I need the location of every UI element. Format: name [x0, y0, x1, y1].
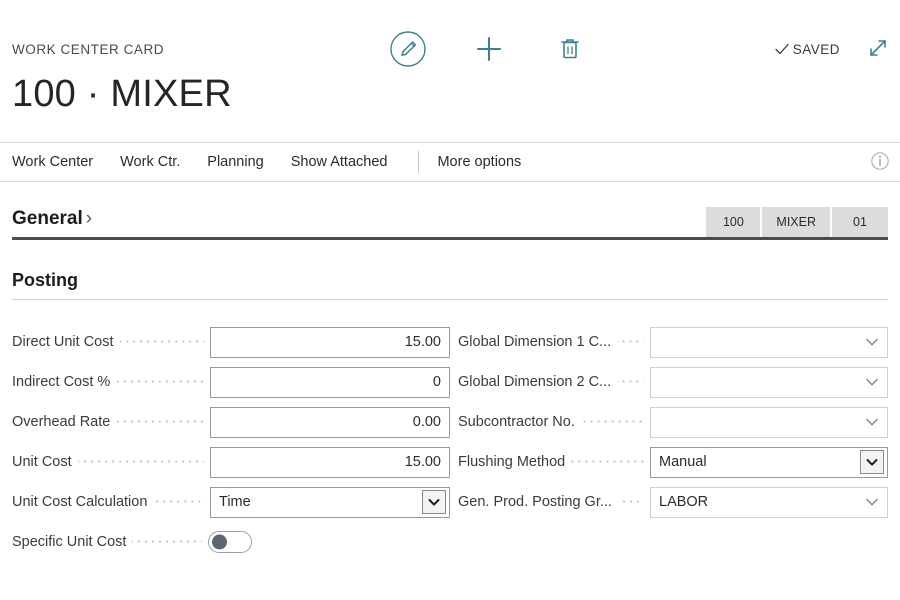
select-gen-prod-posting-group[interactable]: LABOR — [650, 486, 888, 518]
leader-dots — [77, 455, 204, 469]
field-row-indirect-cost-pct: Indirect Cost % 0 — [12, 362, 450, 402]
select-global-dimension-1[interactable] — [650, 326, 888, 358]
tab-planning[interactable]: Planning — [207, 154, 278, 170]
chevron-down-icon — [865, 335, 879, 349]
posting-form: Direct Unit Cost 15.00 Indirect Cost % 0… — [12, 322, 888, 562]
general-label-text: General — [12, 208, 83, 229]
select-unit-cost-calculation[interactable]: Time — [210, 486, 450, 518]
pencil-circle-icon — [389, 30, 427, 73]
delete-button[interactable] — [547, 28, 593, 74]
value-flushing-method: Manual — [659, 454, 707, 470]
page-title: 100 · MIXER — [12, 73, 232, 115]
saved-status-label: SAVED — [792, 41, 840, 57]
check-icon — [773, 40, 791, 58]
field-row-overhead-rate: Overhead Rate 0.00 — [12, 402, 450, 442]
summary-chips: 100 MIXER 01 — [706, 207, 888, 237]
label-direct-unit-cost: Direct Unit Cost — [12, 334, 114, 350]
label-global-dimension-2: Global Dimension 2 C... — [458, 374, 612, 390]
leader-dots — [617, 495, 644, 509]
posting-section-heading: Posting — [12, 270, 888, 300]
field-row-gen-prod-posting-group: Gen. Prod. Posting Gr... LABOR — [450, 482, 888, 522]
navigation-tabbar: Work Center Work Ctr. Planning Show Atta… — [0, 142, 900, 182]
field-row-direct-unit-cost: Direct Unit Cost 15.00 — [12, 322, 450, 362]
new-button[interactable] — [466, 28, 512, 74]
input-indirect-cost-pct[interactable]: 0 — [210, 366, 450, 398]
info-icon — [870, 152, 890, 175]
value-indirect-cost-pct: 0 — [432, 374, 441, 390]
chip-code[interactable]: 01 — [832, 207, 888, 237]
general-expander[interactable]: General › — [12, 208, 92, 230]
value-overhead-rate: 0.00 — [412, 414, 441, 430]
toggle-knob — [212, 534, 228, 550]
leader-dots — [617, 335, 644, 349]
expand-arrows-icon — [866, 36, 890, 65]
leader-dots — [580, 415, 644, 429]
chevron-down-icon[interactable] — [422, 490, 446, 514]
field-row-subcontractor-no: Subcontractor No. — [450, 402, 888, 442]
toggle-specific-unit-cost[interactable] — [208, 531, 253, 553]
chevron-right-icon: › — [85, 208, 93, 229]
label-global-dimension-1: Global Dimension 1 C... — [458, 334, 612, 350]
select-flushing-method[interactable]: Manual — [650, 446, 888, 478]
input-overhead-rate[interactable]: 0.00 — [210, 406, 450, 438]
label-subcontractor-no: Subcontractor No. — [458, 414, 575, 430]
page-eyebrow-label: WORK CENTER CARD — [12, 42, 165, 57]
more-options-button[interactable]: More options — [437, 154, 521, 170]
tab-work-ctr[interactable]: Work Ctr. — [120, 154, 195, 170]
field-row-global-dimension-1: Global Dimension 1 C... — [450, 322, 888, 362]
label-specific-unit-cost: Specific Unit Cost — [12, 534, 127, 550]
field-row-specific-unit-cost: Specific Unit Cost — [12, 522, 450, 562]
saved-status[interactable]: SAVED — [773, 40, 840, 58]
chevron-down-icon — [865, 415, 879, 429]
posting-left-column: Direct Unit Cost 15.00 Indirect Cost % 0… — [12, 322, 450, 562]
label-unit-cost: Unit Cost — [12, 454, 72, 470]
label-gen-prod-posting-group: Gen. Prod. Posting Gr... — [458, 494, 612, 510]
leader-dots — [153, 495, 204, 509]
label-flushing-method: Flushing Method — [458, 454, 566, 470]
trash-icon — [557, 35, 583, 68]
chip-name[interactable]: MIXER — [762, 207, 832, 237]
select-global-dimension-2[interactable] — [650, 366, 888, 398]
leader-dots — [116, 375, 204, 389]
label-overhead-rate: Overhead Rate — [12, 414, 111, 430]
field-row-unit-cost: Unit Cost 15.00 — [12, 442, 450, 482]
select-subcontractor-no[interactable] — [650, 406, 888, 438]
leader-dots — [119, 335, 204, 349]
field-row-flushing-method: Flushing Method Manual — [450, 442, 888, 482]
tab-show-attached[interactable]: Show Attached — [291, 154, 403, 170]
chip-no[interactable]: 100 — [706, 207, 763, 237]
edit-button[interactable] — [385, 28, 431, 74]
header-toolbar — [385, 28, 593, 74]
plus-icon — [474, 34, 504, 69]
label-unit-cost-calculation: Unit Cost Calculation — [12, 494, 148, 510]
chevron-down-icon — [865, 375, 879, 389]
value-gen-prod-posting-group: LABOR — [659, 494, 709, 510]
leader-dots — [617, 375, 644, 389]
input-unit-cost[interactable]: 15.00 — [210, 446, 450, 478]
value-direct-unit-cost: 15.00 — [404, 334, 441, 350]
leader-dots — [132, 535, 203, 549]
leader-dots — [116, 415, 204, 429]
info-button[interactable] — [870, 151, 892, 173]
tabbar-divider — [418, 151, 420, 173]
tab-work-center[interactable]: Work Center — [12, 154, 108, 170]
chevron-down-icon[interactable] — [860, 450, 884, 474]
label-indirect-cost-pct: Indirect Cost % — [12, 374, 111, 390]
value-unit-cost-calculation: Time — [219, 494, 251, 510]
leader-dots — [571, 455, 644, 469]
general-section-header: General › 100 MIXER 01 — [12, 192, 888, 240]
field-row-global-dimension-2: Global Dimension 2 C... — [450, 362, 888, 402]
posting-right-column: Global Dimension 1 C... Global Dimension… — [450, 322, 888, 562]
input-direct-unit-cost[interactable]: 15.00 — [210, 326, 450, 358]
page-header: WORK CENTER CARD 100 · MIXER SAVED — [0, 0, 900, 140]
expand-button[interactable] — [862, 34, 894, 66]
value-unit-cost: 15.00 — [404, 454, 441, 470]
field-row-unit-cost-calculation: Unit Cost Calculation Time — [12, 482, 450, 522]
